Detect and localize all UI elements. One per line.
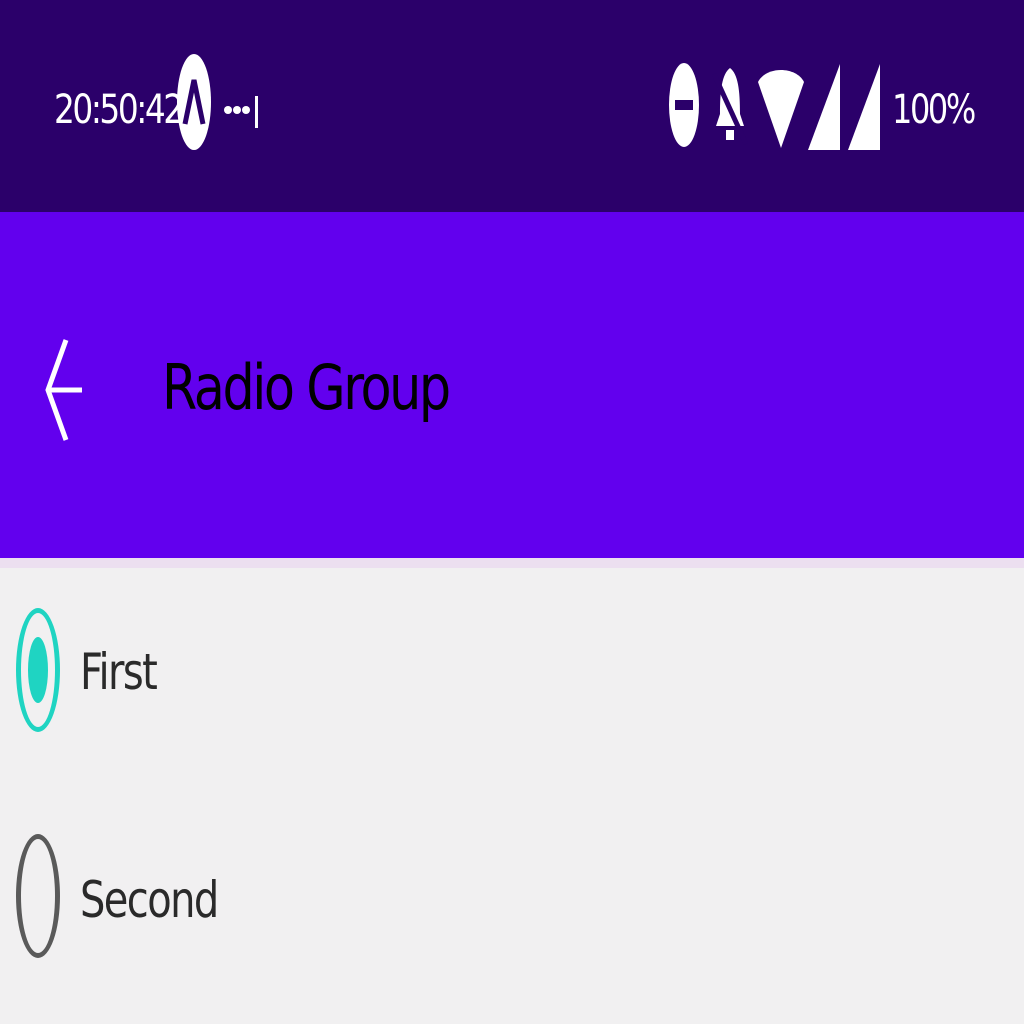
radio-label: First	[80, 643, 158, 701]
status-bar: 20:50:42 100%	[0, 0, 1024, 212]
radio-option-second[interactable]: Second	[0, 810, 1024, 990]
app-bar-shadow	[0, 558, 1024, 568]
app-a-icon	[177, 54, 211, 150]
status-time: 20:50:42	[54, 87, 184, 133]
signal-icon	[808, 64, 840, 150]
radio-option-first[interactable]: First	[0, 588, 1024, 768]
arrow-back-icon	[45, 339, 82, 441]
radio-label: Second	[80, 871, 219, 929]
radio-button-selected[interactable]	[16, 608, 60, 732]
app-bar	[0, 212, 1024, 558]
back-button[interactable]	[36, 330, 96, 450]
signal-icon	[848, 64, 880, 150]
page-title: Radio Group	[162, 351, 451, 424]
wifi-icon	[758, 70, 804, 148]
radio-dot	[28, 637, 48, 703]
do-not-disturb-icon	[669, 63, 699, 147]
battery-level: 100%	[892, 87, 976, 133]
more-dots-icon	[224, 96, 258, 128]
notifications-off-icon	[712, 68, 748, 146]
radio-button-unselected[interactable]	[16, 834, 60, 958]
